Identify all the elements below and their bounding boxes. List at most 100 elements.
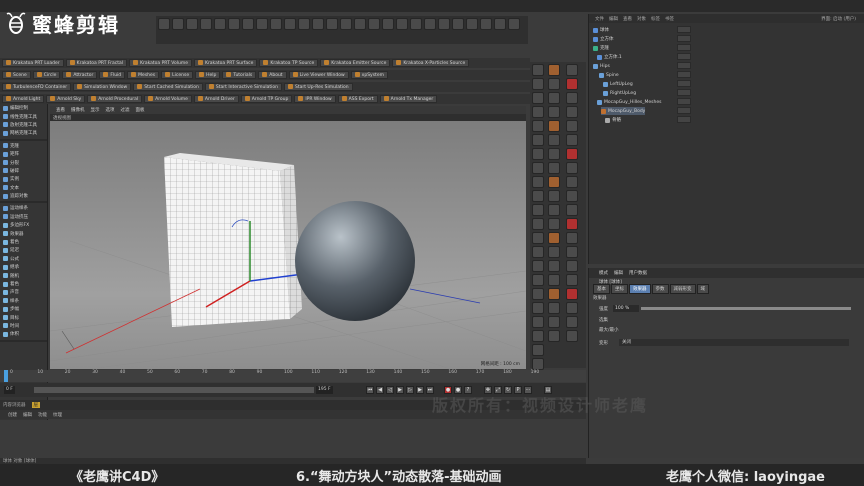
side-tool-icon[interactable] <box>566 64 578 76</box>
material-menu-function[interactable]: 功能 <box>38 412 47 418</box>
object-tree-row[interactable]: 克隆 <box>593 44 609 52</box>
am-menu-edit[interactable]: 编辑 <box>614 270 623 276</box>
world-coord-icon[interactable] <box>242 18 254 30</box>
mograph-palette-item[interactable]: 着色 <box>0 280 47 288</box>
viewport-menu-display[interactable]: 显示 <box>91 107 100 113</box>
mograph-palette-item[interactable]: 编辑控制 <box>0 104 47 112</box>
side-tool-icon[interactable] <box>532 78 544 90</box>
object-tree-row[interactable]: 球体 <box>593 26 609 34</box>
side-tool-icon[interactable] <box>548 176 560 188</box>
prev-frame-button[interactable]: ◁ <box>386 386 394 394</box>
rotate-tool-icon[interactable] <box>186 18 198 30</box>
material-menu-edit[interactable]: 编辑 <box>23 412 32 418</box>
side-tool-icon[interactable] <box>566 92 578 104</box>
mograph-palette-item[interactable]: 线性克隆工具 <box>0 112 47 120</box>
dynamics-icon[interactable] <box>466 18 478 30</box>
side-tool-icon[interactable] <box>532 148 544 160</box>
side-tool-icon[interactable] <box>566 274 578 286</box>
toolbar-plugins-3-button[interactable]: Simulation Window <box>73 83 132 91</box>
toolbar-plugins-3-button[interactable]: Start Cached Simulation <box>133 83 203 91</box>
object-visibility-toggle[interactable] <box>677 80 691 87</box>
mograph-palette-item[interactable]: 体积 <box>0 330 47 338</box>
mograph-palette-item[interactable]: 实例 <box>0 175 47 183</box>
side-tool-icon[interactable] <box>548 204 560 216</box>
side-tool-icon[interactable] <box>532 246 544 258</box>
mograph-palette-item[interactable]: 网格克隆工具 <box>0 129 47 137</box>
mograph-palette-item[interactable]: 矩阵 <box>0 150 47 158</box>
mograph-palette-item[interactable]: 文本 <box>0 184 47 192</box>
toolbar-plugins-4-button[interactable]: ASS Export <box>337 95 378 103</box>
toolbar-plugins-1-button[interactable]: Krakatoa Emitter Source <box>320 59 391 67</box>
toolbar-plugins-1-button[interactable]: Krakatoa PRT Fractal <box>65 59 128 67</box>
mograph-palette-item[interactable]: 运动样条 <box>0 204 47 212</box>
subdivision-icon[interactable] <box>326 18 338 30</box>
side-tool-icon[interactable] <box>548 330 560 342</box>
toolbar-plugins-1-button[interactable]: Krakatoa PRT Loader <box>2 59 64 67</box>
axis-z-icon[interactable] <box>228 18 240 30</box>
attr-tab-deform[interactable]: 减弱形变 <box>669 284 696 294</box>
side-tool-icon[interactable] <box>548 260 560 272</box>
render-picture-icon[interactable] <box>270 18 282 30</box>
toolbar-plugins-4-button[interactable]: IPR Window <box>294 95 336 103</box>
side-tool-icon[interactable] <box>566 134 578 146</box>
mograph-palette-item[interactable]: 时间 <box>0 322 47 330</box>
am-menu-mode[interactable]: 模式 <box>599 270 608 276</box>
side-tool-icon[interactable] <box>548 274 560 286</box>
bend-icon[interactable] <box>354 18 366 30</box>
toolbar-plugins-1-button[interactable]: Krakatoa X-Particles Source <box>392 59 470 67</box>
side-tool-icon[interactable] <box>532 162 544 174</box>
mograph-palette-item[interactable]: 样条 <box>0 297 47 305</box>
mograph-palette-item[interactable]: 声音 <box>0 288 47 296</box>
side-tool-icon[interactable] <box>532 330 544 342</box>
light-icon[interactable] <box>396 18 408 30</box>
object-tree-row[interactable]: RightUpLeg <box>603 89 636 97</box>
current-frame-field[interactable]: 0 F <box>4 386 15 394</box>
side-tool-icon[interactable] <box>566 246 578 258</box>
object-tree-row[interactable]: LeftUpLeg <box>603 80 633 88</box>
perspective-viewport[interactable]: 网格间距 : 100 cm <box>50 121 526 369</box>
toolbar-plugins-1-button[interactable]: Krakatoa PRT Volume <box>129 59 192 67</box>
frame-range-slider[interactable] <box>34 387 314 393</box>
deform-dropdown[interactable]: 关闭 <box>619 339 849 346</box>
mograph-palette-item[interactable]: 效果器 <box>0 229 47 237</box>
mograph-palette-item[interactable]: 破碎 <box>0 167 47 175</box>
object-tree-row[interactable]: MocapGuy_Body <box>601 107 646 115</box>
toolbar-plugins-2-button[interactable]: xpSystem <box>350 71 388 79</box>
sculpt-icon[interactable] <box>494 18 506 30</box>
toolbar-plugins-1-button[interactable]: Krakatoa TP Source <box>259 59 319 67</box>
side-tool-icon[interactable] <box>532 134 544 146</box>
object-visibility-toggle[interactable] <box>677 26 691 33</box>
side-tool-icon[interactable] <box>566 162 578 174</box>
viewport-menu-filter[interactable]: 过滤 <box>121 107 130 113</box>
side-tool-icon[interactable] <box>532 92 544 104</box>
side-tool-icon[interactable] <box>566 302 578 314</box>
side-tool-icon[interactable] <box>548 288 560 300</box>
play-button[interactable]: ▶ <box>396 386 404 394</box>
side-tool-icon[interactable] <box>548 246 560 258</box>
object-visibility-toggle[interactable] <box>677 53 691 60</box>
strength-input[interactable]: 100 % <box>613 305 639 312</box>
mograph-palette-item[interactable]: 运动挤压 <box>0 213 47 221</box>
toolbar-plugins-4-button[interactable]: Arnold Tx Manager <box>379 95 438 103</box>
toolbar-plugins-4-button[interactable]: Arnold Procedural <box>87 95 143 103</box>
mograph-palette-item[interactable]: 公式 <box>0 255 47 263</box>
viewport-menu-options[interactable]: 选项 <box>106 107 115 113</box>
toolbar-plugins-2-button[interactable]: Help <box>195 71 221 79</box>
bodypaint-icon[interactable] <box>508 18 520 30</box>
side-tool-icon[interactable] <box>532 120 544 132</box>
mograph-palette-item[interactable]: 分裂 <box>0 158 47 166</box>
side-tool-icon[interactable] <box>548 134 560 146</box>
side-tool-icon[interactable] <box>548 148 560 160</box>
material-list[interactable] <box>0 420 586 454</box>
render-view-icon[interactable] <box>256 18 268 30</box>
mograph-palette-item[interactable]: 多边形FX <box>0 221 47 229</box>
object-visibility-toggle[interactable] <box>677 44 691 51</box>
attr-tab-field[interactable]: 域 <box>696 284 709 294</box>
side-tool-icon[interactable] <box>566 148 578 160</box>
side-tool-icon[interactable] <box>548 232 560 244</box>
object-tree-row[interactable]: 立方体.1 <box>597 53 622 61</box>
side-tool-icon[interactable] <box>566 176 578 188</box>
side-tool-icon[interactable] <box>566 78 578 90</box>
side-tool-icon[interactable] <box>532 344 544 356</box>
object-visibility-toggle[interactable] <box>677 71 691 78</box>
